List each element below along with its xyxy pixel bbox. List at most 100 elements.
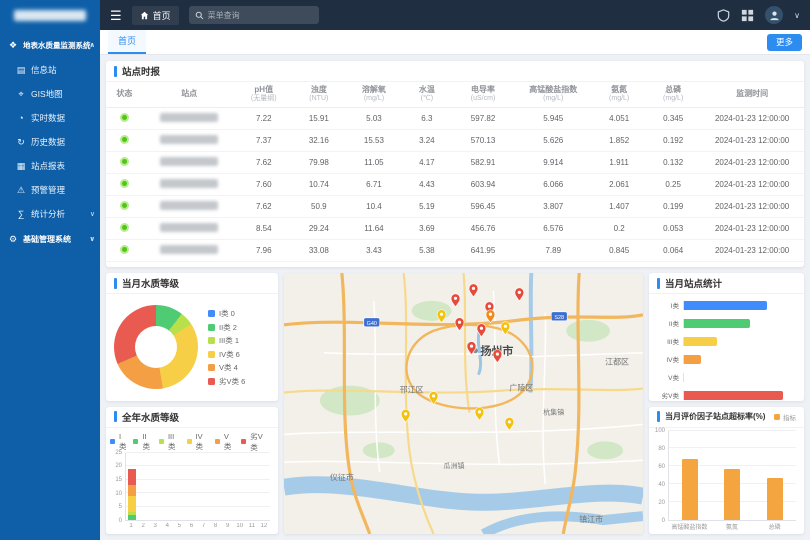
station-stats-chart[interactable]: I类II类III类IV类V类劣V类 (649, 294, 804, 401)
monitor-time-cell: 2024-01-23 12:00:00 (700, 239, 804, 261)
bar[interactable] (767, 478, 783, 520)
monitor-time-cell: 2024-01-23 12:00:00 (700, 195, 804, 217)
sidebar-item-label: GIS地图 (31, 88, 63, 100)
annual-grade-chart[interactable]: I类II类III类IV类V类劣V类 0510152025 12345678910… (106, 428, 278, 535)
sidebar-item-label: 预警管理 (31, 184, 65, 196)
map-label: 杭集镇 (543, 407, 564, 416)
table-cell: 0.345 (646, 107, 700, 129)
stacked-bar[interactable] (246, 453, 258, 521)
bar[interactable] (682, 459, 698, 520)
chevron-down-icon[interactable]: ∨ (794, 11, 800, 20)
tab-home[interactable]: 首页 (108, 30, 146, 54)
dashboard-row: 当月水质等级 I类 0II类 2III类 1IV类 6V类 4劣V类 6 全年水… (106, 273, 804, 534)
sidebar-item-station-report[interactable]: ▦站点报表 (0, 154, 100, 178)
table-cell: 0.25 (646, 173, 700, 195)
bar[interactable] (684, 301, 767, 310)
legend-item[interactable]: V类 (215, 432, 236, 452)
bar[interactable] (724, 469, 740, 520)
shield-icon[interactable] (717, 9, 730, 22)
table-cell: 8.54 (236, 217, 292, 239)
stacked-bar[interactable] (210, 453, 222, 521)
accent-bar (114, 411, 117, 422)
status-indicator-normal (120, 201, 129, 210)
stacked-bar[interactable] (126, 453, 138, 521)
breadcrumb[interactable]: 首页 (132, 6, 179, 25)
sidebar-item-gis-map[interactable]: ⌖GIS地图 (0, 82, 100, 106)
table-cell: 0.053 (646, 217, 700, 239)
table-cell: 7.62 (236, 195, 292, 217)
station-name-redacted (160, 135, 218, 144)
stacked-bar[interactable] (198, 453, 210, 521)
bar[interactable] (684, 391, 783, 400)
column-header: 站点 (143, 82, 236, 107)
table-cell: 3.24 (402, 129, 452, 151)
station-table: 状态站点pH值(无量纲)浊度(NTU)溶解氧(mg/L)水温(℃)电导率(uS/… (106, 82, 804, 262)
table-cell: 29.24 (292, 217, 346, 239)
legend-item[interactable]: 劣V类 6 (208, 376, 245, 387)
panel-title: 当月水质等级 (122, 276, 179, 290)
legend-item[interactable]: III类 (159, 432, 182, 452)
hbar-row: III类 (653, 336, 794, 346)
sidebar: ❖ 地表水质量监测系统 ∧ ▤信息站⌖GIS地图◔实时数据↻历史数据▦站点报表⚠… (0, 30, 100, 540)
legend-item[interactable]: IV类 (187, 432, 210, 452)
sidebar-item-realtime-data[interactable]: ◔实时数据 (0, 106, 100, 130)
sidebar-collapse-icon[interactable]: ☰ (110, 9, 122, 22)
table-cell: 11.05 (346, 151, 402, 173)
table-cell: 7.22 (236, 107, 292, 129)
bar[interactable] (684, 337, 717, 346)
sidebar-item-base-system[interactable]: ⚙ 基础管理系统 ∨ (0, 226, 100, 252)
status-indicator-normal (120, 245, 129, 254)
avatar[interactable] (765, 6, 783, 24)
bar-column (711, 431, 753, 521)
table-cell: 15.53 (346, 129, 402, 151)
bar[interactable] (684, 319, 750, 328)
sidebar-item-label: 实时数据 (31, 112, 65, 124)
info-station-icon: ▤ (16, 65, 26, 76)
sidebar-item-label: 历史数据 (31, 136, 65, 148)
legend-item[interactable]: I类 0 (208, 308, 245, 319)
legend-item[interactable]: III类 1 (208, 335, 245, 346)
monthly-grade-donut-chart[interactable] (114, 305, 198, 389)
map[interactable]: 扬州市邗江区广陵区江都区仪征市镇江市瓜洲镇杭集镇G40S28 (284, 273, 643, 534)
column-header: 总磷(mg/L) (646, 82, 700, 107)
table-cell: 3.43 (346, 239, 402, 261)
search-input[interactable] (208, 11, 313, 20)
sidebar-item-system-root[interactable]: ❖ 地表水质量监测系统 ∧ (0, 32, 100, 58)
map-park (587, 441, 623, 459)
map-label: 瓜洲镇 (444, 461, 465, 470)
stacked-bar[interactable] (186, 453, 198, 521)
sidebar-item-history-data[interactable]: ↻历史数据 (0, 130, 100, 154)
legend-item[interactable]: IV类 6 (208, 349, 245, 360)
legend-item[interactable]: 劣V类 (241, 431, 270, 453)
sidebar-item-label: 统计分析 (31, 208, 65, 220)
legend-item[interactable]: I类 (110, 432, 128, 452)
station-name-redacted (160, 179, 218, 188)
stacked-bar[interactable] (234, 453, 246, 521)
legend-swatch (133, 439, 138, 444)
hbar-row: 劣V类 (653, 390, 794, 400)
bar[interactable] (684, 355, 701, 364)
sidebar-item-alert-management[interactable]: ⚠预警管理 (0, 178, 100, 202)
sidebar-item-statistics[interactable]: ∑统计分析∨ (0, 202, 100, 226)
table-cell: 641.95 (452, 239, 515, 261)
sidebar-item-info-station[interactable]: ▤信息站 (0, 58, 100, 82)
stacked-bar[interactable] (162, 453, 174, 521)
legend-item[interactable]: V类 4 (208, 362, 245, 373)
stacked-bar[interactable] (258, 453, 270, 521)
legend-swatch (208, 364, 215, 371)
exceed-legend[interactable]: 指标 (774, 412, 796, 422)
more-button[interactable]: 更多 (767, 34, 802, 51)
table-cell: 7.37 (236, 129, 292, 151)
app-grid-icon[interactable] (741, 9, 754, 22)
legend-swatch (208, 337, 215, 344)
legend-item[interactable]: II类 2 (208, 322, 245, 333)
table-cell: 0.132 (646, 151, 700, 173)
stacked-bar[interactable] (222, 453, 234, 521)
legend-item[interactable]: II类 (133, 432, 154, 452)
table-cell: 1.407 (592, 195, 646, 217)
column-header: 状态 (106, 82, 143, 107)
exceed-rate-chart[interactable]: 020406080100 高锰酸盐指数氨氮总磷 (649, 428, 804, 535)
stacked-bar[interactable] (174, 453, 186, 521)
stacked-bar[interactable] (138, 453, 150, 521)
stacked-bar[interactable] (150, 453, 162, 521)
